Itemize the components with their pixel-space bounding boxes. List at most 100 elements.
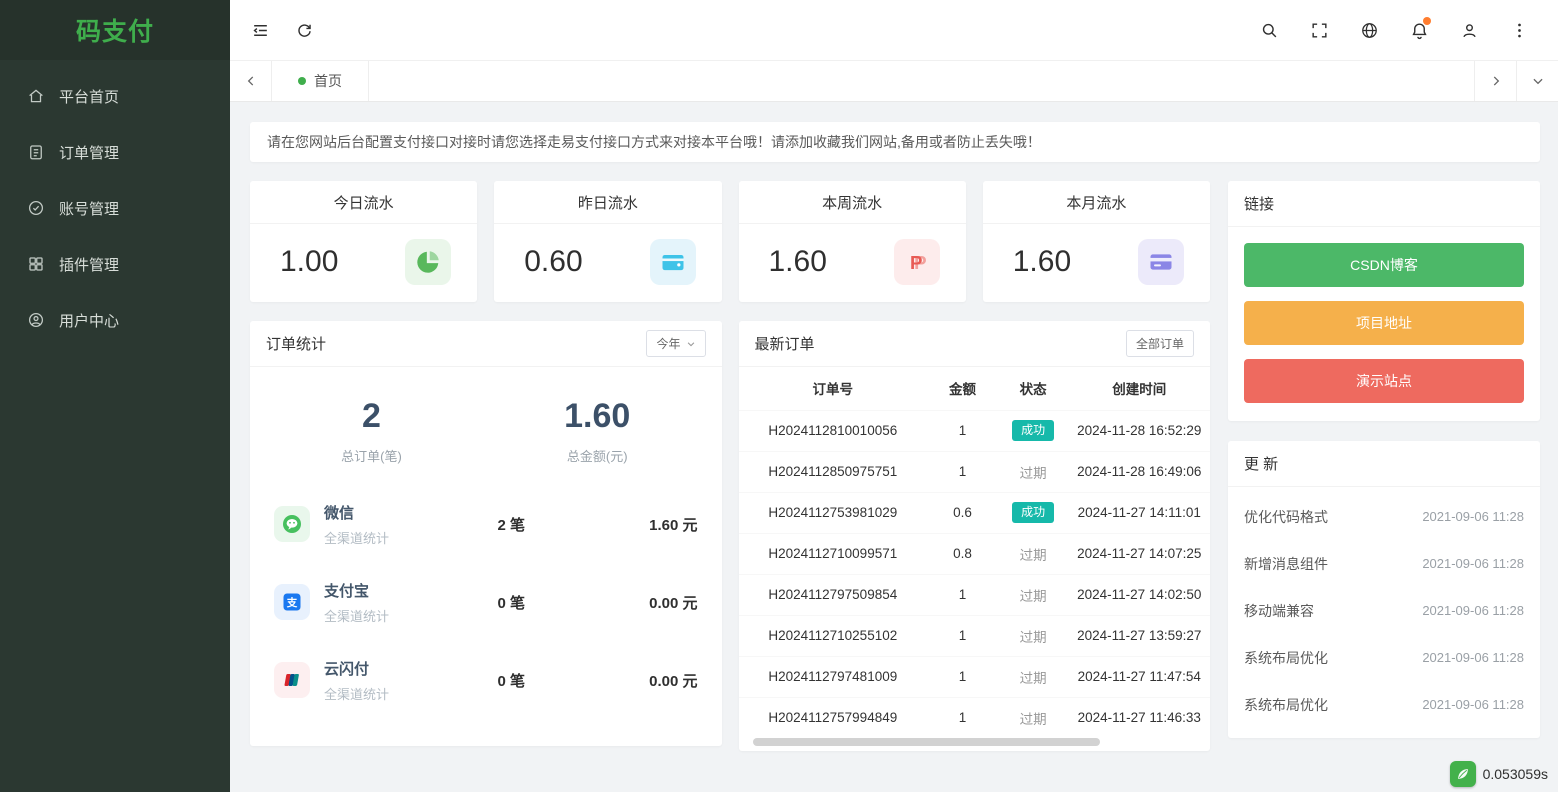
- tabs-scroll-right-icon[interactable]: [1474, 61, 1516, 101]
- sidebar-item-user-center[interactable]: 用户中心: [0, 292, 230, 348]
- order-created: 2024-11-28 16:49:06: [1069, 451, 1210, 492]
- sidebar-item-accounts[interactable]: 账号管理: [0, 180, 230, 236]
- status-badge: 成功: [1012, 502, 1054, 522]
- channel-row-unionpay: 云闪付 全渠道统计 0 笔 0.00 元: [274, 641, 698, 719]
- topbar: [230, 0, 1558, 60]
- order-no: H2024112710099571: [739, 533, 928, 574]
- horizontal-scrollbar: [753, 738, 1101, 746]
- channel-name: 支付宝: [324, 580, 498, 601]
- unionpay-icon: [274, 662, 310, 698]
- home-icon: [27, 87, 45, 105]
- refresh-icon[interactable]: [282, 0, 326, 60]
- order-row: H2024112757994849 1 过期 2024-11-27 11:46:…: [739, 697, 1211, 738]
- wallet-icon: [650, 239, 696, 285]
- fullscreen-icon[interactable]: [1294, 0, 1344, 60]
- status-text: 过期: [1020, 466, 1047, 481]
- column-header-order-no: 订单号: [739, 367, 928, 410]
- app-root: 码支付 平台首页 订单管理 账号管理 插件管理 用户中心: [0, 0, 1558, 792]
- channel-count: 2 笔: [498, 514, 598, 535]
- period-select[interactable]: 今年: [646, 330, 705, 357]
- stat-card-yesterday: 昨日流水 0.60: [494, 181, 721, 302]
- tabs-menu-chevron-down-icon[interactable]: [1516, 61, 1558, 101]
- order-no: H2024112810010056: [739, 410, 928, 451]
- update-date: 2021-09-06 11:28: [1422, 603, 1524, 618]
- collapse-sidebar-icon[interactable]: [238, 0, 282, 60]
- stat-value: 1.60: [769, 245, 827, 279]
- channel-amount: 1.60 元: [598, 514, 698, 535]
- update-item: 系统布局优化 2021-09-06 11:28: [1244, 681, 1524, 728]
- order-no: H2024112753981029: [739, 492, 928, 533]
- update-date: 2021-09-06 11:28: [1422, 556, 1524, 571]
- left-zone: 今日流水 1.00 昨日流水 0.60: [250, 181, 1210, 751]
- sidebar-item-plugins[interactable]: 插件管理: [0, 236, 230, 292]
- update-date: 2021-09-06 11:28: [1422, 650, 1524, 665]
- tabbar: 首页: [230, 60, 1558, 102]
- svg-text:支: 支: [286, 596, 298, 609]
- order-amount: 1: [927, 451, 998, 492]
- update-item: 新增消息组件 2021-09-06 11:28: [1244, 540, 1524, 587]
- stat-card-month: 本月流水 1.60: [983, 181, 1210, 302]
- channel-count: 0 笔: [498, 592, 598, 613]
- all-orders-label: 全部订单: [1136, 335, 1184, 352]
- latest-orders-title: 最新订单: [755, 333, 815, 354]
- channel-desc: 全渠道统计: [324, 528, 498, 547]
- chevron-down-icon: [686, 339, 696, 349]
- stat-card-today: 今日流水 1.00: [250, 181, 477, 302]
- updates-title: 更 新: [1244, 453, 1278, 474]
- topbar-left: [238, 0, 326, 60]
- channel-count: 0 笔: [498, 670, 598, 691]
- svg-text:P: P: [910, 252, 922, 273]
- total-amount-label: 总金额(元): [564, 446, 630, 465]
- order-created: 2024-11-28 16:52:29: [1069, 410, 1210, 451]
- order-amount: 0.8: [927, 533, 998, 574]
- demo-site-button[interactable]: 演示站点: [1244, 359, 1524, 403]
- total-orders-label: 总订单(笔): [341, 446, 402, 465]
- update-date: 2021-09-06 11:28: [1422, 509, 1524, 524]
- all-orders-button[interactable]: 全部订单: [1126, 330, 1194, 357]
- channel-desc: 全渠道统计: [324, 606, 498, 625]
- globe-icon[interactable]: [1344, 0, 1394, 60]
- sidebar-item-orders[interactable]: 订单管理: [0, 124, 230, 180]
- order-amount: 1: [927, 574, 998, 615]
- stat-title: 昨日流水: [494, 181, 721, 224]
- channel-desc: 全渠道统计: [324, 684, 498, 703]
- order-created: 2024-11-27 11:46:33: [1069, 697, 1210, 738]
- logo-text: 码支付: [76, 12, 154, 48]
- main-area: 首页 请在您网站后台配置支付接口对接时请您选择走易支付接口方式来对接本平台哦！请…: [230, 0, 1558, 792]
- bell-icon[interactable]: [1394, 0, 1444, 60]
- project-url-button[interactable]: 项目地址: [1244, 301, 1524, 345]
- tab-home[interactable]: 首页: [272, 61, 369, 101]
- account-icon: [27, 199, 45, 217]
- orders-table: 订单号 金额 状态 创建时间 H2024112810010056: [739, 367, 1211, 738]
- stat-value: 0.60: [524, 245, 582, 279]
- bank-card-icon: [1138, 239, 1184, 285]
- search-icon[interactable]: [1244, 0, 1294, 60]
- stat-card-week: 本周流水 1.60 PP: [739, 181, 966, 302]
- leaf-icon: [1450, 761, 1476, 787]
- scrollbar-thumb[interactable]: [753, 738, 1101, 746]
- topbar-right: [1244, 0, 1544, 60]
- update-item: 移动端兼容 2021-09-06 11:28: [1244, 587, 1524, 634]
- tabs-scroll-left-icon[interactable]: [230, 61, 272, 101]
- status-text: 过期: [1020, 712, 1047, 727]
- order-no: H2024112797509854: [739, 574, 928, 615]
- channel-list: 微信 全渠道统计 2 笔 1.60 元 支: [250, 479, 722, 719]
- column-header-status: 状态: [998, 367, 1069, 410]
- order-row: H2024112710099571 0.8 过期 2024-11-27 14:0…: [739, 533, 1211, 574]
- sidebar-menu: 平台首页 订单管理 账号管理 插件管理 用户中心: [0, 60, 230, 348]
- sidebar-item-home[interactable]: 平台首页: [0, 68, 230, 124]
- stat-cards: 今日流水 1.00 昨日流水 0.60: [250, 181, 1210, 302]
- period-select-value: 今年: [656, 335, 680, 352]
- order-icon: [27, 143, 45, 161]
- links-title: 链接: [1244, 193, 1274, 214]
- update-label: 系统布局优化: [1244, 648, 1328, 668]
- order-row: H2024112797481009 1 过期 2024-11-27 11:47:…: [739, 656, 1211, 697]
- csdn-blog-button[interactable]: CSDN博客: [1244, 243, 1524, 287]
- links-card: 链接 CSDN博客 项目地址 演示站点: [1228, 181, 1540, 421]
- order-no: H2024112710255102: [739, 615, 928, 656]
- column-header-created: 创建时间: [1069, 367, 1210, 410]
- status-text: 过期: [1020, 630, 1047, 645]
- more-icon[interactable]: [1494, 0, 1544, 60]
- order-created: 2024-11-27 14:02:50: [1069, 574, 1210, 615]
- user-icon[interactable]: [1444, 0, 1494, 60]
